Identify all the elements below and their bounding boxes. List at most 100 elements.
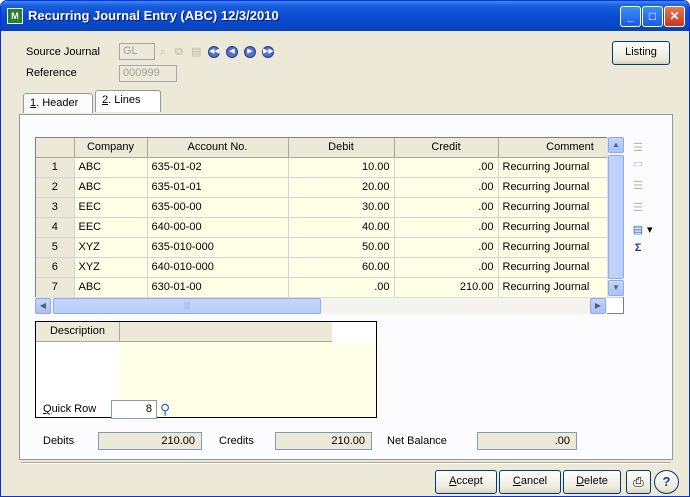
comment-cell[interactable]: Recurring Journal: [498, 237, 623, 258]
horizontal-scroll-thumb[interactable]: |||: [53, 298, 321, 314]
tab-lines[interactable]: 2. Lines: [95, 90, 161, 112]
scroll-down-icon[interactable]: ▼: [608, 280, 624, 296]
account-cell[interactable]: 635-01-01: [147, 177, 289, 198]
row-number[interactable]: 5: [36, 237, 75, 258]
listing-button[interactable]: Listing: [612, 41, 670, 65]
credit-cell[interactable]: .00: [394, 157, 499, 178]
debit-cell[interactable]: 50.00: [288, 237, 395, 258]
table-row[interactable]: 2 ABC 635-01-01 20.00 .00 Recurring Jour…: [36, 177, 623, 198]
column-header-debit[interactable]: Debit: [288, 138, 395, 158]
row-number[interactable]: 4: [36, 217, 75, 238]
table-header-row: Company Account No. Debit Credit Comment: [36, 138, 623, 158]
account-cell[interactable]: 640-010-000: [147, 257, 289, 278]
cancel-button[interactable]: Cancel: [499, 470, 561, 494]
help-button[interactable]: ?: [654, 470, 679, 494]
comment-cell[interactable]: Recurring Journal: [498, 277, 623, 298]
company-cell[interactable]: EEC: [74, 197, 148, 218]
company-cell[interactable]: XYZ: [74, 257, 148, 278]
lines-table: Company Account No. Debit Credit Comment…: [36, 138, 623, 298]
comment-cell[interactable]: Recurring Journal: [498, 157, 623, 178]
column-header-account[interactable]: Account No.: [147, 138, 289, 158]
print-button[interactable]: ⎙: [626, 470, 651, 494]
tab-header[interactable]: 1. Header: [23, 93, 93, 113]
quick-row-lookup-icon[interactable]: ⚲: [160, 401, 170, 418]
debit-cell[interactable]: 30.00: [288, 197, 395, 218]
close-icon[interactable]: ✕: [664, 6, 685, 27]
table-row[interactable]: 7 ABC 630-01-00 .00 210.00 Recurring Jou…: [36, 277, 623, 298]
comment-cell[interactable]: Recurring Journal: [498, 197, 623, 218]
credit-cell[interactable]: .00: [394, 177, 499, 198]
grid-horizontal-scrollbar[interactable]: ◀ ||| ▶: [35, 297, 607, 314]
customize-icon[interactable]: ▤: [631, 223, 645, 237]
help-icon: ?: [662, 474, 671, 489]
comment-cell[interactable]: Recurring Journal: [498, 177, 623, 198]
accept-button[interactable]: Accept: [435, 470, 497, 494]
account-cell[interactable]: 635-00-00: [147, 197, 289, 218]
account-cell[interactable]: 635-01-02: [147, 157, 289, 178]
column-header-comment[interactable]: Comment: [498, 138, 623, 158]
column-header-company[interactable]: Company: [74, 138, 148, 158]
debit-cell[interactable]: 60.00: [288, 257, 395, 278]
account-cell[interactable]: 630-01-00: [147, 277, 289, 298]
debit-cell[interactable]: .00: [288, 277, 395, 298]
insert-row-icon[interactable]: ☰: [631, 141, 645, 155]
company-cell[interactable]: EEC: [74, 217, 148, 238]
comment-cell[interactable]: Recurring Journal: [498, 257, 623, 278]
last-record-icon[interactable]: ▶▶: [262, 46, 274, 58]
description-header: Description: [36, 322, 120, 342]
delete-row-icon[interactable]: ▭: [631, 157, 645, 171]
title-bar[interactable]: M Recurring Journal Entry (ABC) 12/3/201…: [1, 1, 689, 31]
company-cell[interactable]: ABC: [74, 157, 148, 178]
journal-lines-grid[interactable]: Company Account No. Debit Credit Comment…: [35, 137, 624, 314]
column-header-credit[interactable]: Credit: [394, 138, 499, 158]
scroll-right-icon[interactable]: ▶: [590, 298, 606, 314]
minimize-icon[interactable]: _: [620, 6, 641, 27]
row-number[interactable]: 2: [36, 177, 75, 198]
table-row[interactable]: 1 ABC 635-01-02 10.00 .00 Recurring Jour…: [36, 157, 623, 178]
vertical-scroll-thumb[interactable]: [608, 155, 624, 279]
row-number[interactable]: 6: [36, 257, 75, 278]
table-row[interactable]: 6 XYZ 640-010-000 60.00 .00 Recurring Jo…: [36, 257, 623, 278]
reference-field[interactable]: 000999: [119, 65, 177, 82]
move-up-icon[interactable]: ☰: [631, 179, 645, 193]
quick-row-input[interactable]: 8: [111, 400, 157, 419]
row-number[interactable]: 7: [36, 277, 75, 298]
scroll-left-icon[interactable]: ◀: [35, 298, 51, 314]
row-number[interactable]: 3: [36, 197, 75, 218]
table-row[interactable]: 4 EEC 640-00-00 40.00 .00 Recurring Jour…: [36, 217, 623, 238]
row-number-header: [36, 138, 75, 158]
maximize-icon[interactable]: □: [642, 6, 663, 27]
tab-header-label: . Header: [36, 97, 79, 109]
company-cell[interactable]: ABC: [74, 177, 148, 198]
row-number[interactable]: 1: [36, 157, 75, 178]
first-record-icon[interactable]: ◀◀: [208, 46, 220, 58]
company-cell[interactable]: XYZ: [74, 237, 148, 258]
move-down-icon[interactable]: ☰: [631, 201, 645, 215]
previous-record-icon[interactable]: ◀: [226, 46, 238, 58]
memo-icon: ▤: [191, 46, 202, 58]
delete-key: D: [576, 475, 585, 487]
scroll-up-icon[interactable]: ▲: [608, 137, 624, 153]
credit-cell[interactable]: .00: [394, 197, 499, 218]
comment-cell[interactable]: Recurring Journal: [498, 217, 623, 238]
sum-icon[interactable]: Σ: [631, 241, 645, 255]
credit-cell[interactable]: .00: [394, 257, 499, 278]
debits-total: 210.00: [98, 432, 202, 450]
company-cell[interactable]: ABC: [74, 277, 148, 298]
description-input[interactable]: [120, 342, 376, 417]
grid-vertical-scrollbar[interactable]: ▲ ▼: [607, 137, 624, 297]
credit-cell[interactable]: .00: [394, 217, 499, 238]
debit-cell[interactable]: 40.00: [288, 217, 395, 238]
next-record-icon[interactable]: ▶: [244, 46, 256, 58]
account-cell[interactable]: 640-00-00: [147, 217, 289, 238]
debit-cell[interactable]: 10.00: [288, 157, 395, 178]
account-cell[interactable]: 635-010-000: [147, 237, 289, 258]
delete-button[interactable]: Delete: [563, 470, 621, 494]
table-row[interactable]: 5 XYZ 635-010-000 50.00 .00 Recurring Jo…: [36, 237, 623, 258]
credit-cell[interactable]: .00: [394, 237, 499, 258]
table-row[interactable]: 3 EEC 635-00-00 30.00 .00 Recurring Jour…: [36, 197, 623, 218]
debit-cell[interactable]: 20.00: [288, 177, 395, 198]
source-journal-field[interactable]: GL: [119, 43, 155, 60]
credit-cell[interactable]: 210.00: [394, 277, 499, 298]
chevron-down-icon[interactable]: ▾: [647, 223, 653, 236]
